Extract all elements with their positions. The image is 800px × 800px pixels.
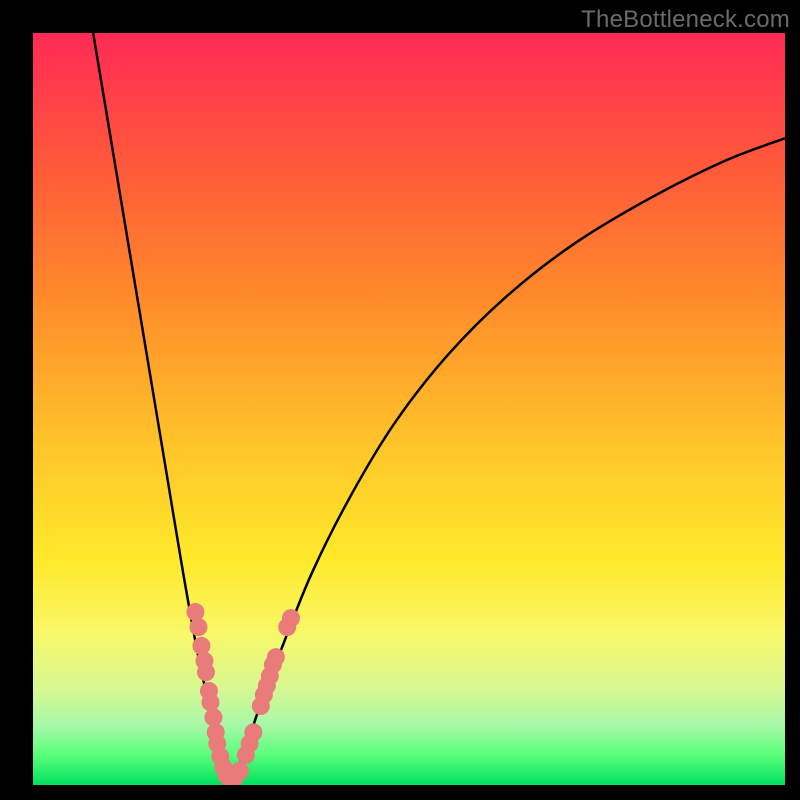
watermark-text: TheBottleneck.com	[581, 6, 790, 34]
scatter-dot	[201, 693, 219, 711]
chart-frame: TheBottleneck.com	[0, 0, 800, 800]
scatter-dot	[186, 603, 204, 621]
right-curve	[229, 138, 785, 785]
plot-area	[33, 33, 785, 785]
scatter-dot	[204, 708, 222, 726]
scatter-dot	[192, 637, 210, 655]
scatter-dots	[186, 603, 300, 785]
scatter-dot	[231, 762, 249, 780]
scatter-dot	[244, 723, 262, 741]
scatter-dot	[282, 609, 300, 627]
scatter-dot	[189, 618, 207, 636]
chart-svg	[33, 33, 785, 785]
scatter-dot	[267, 648, 285, 666]
scatter-dot	[197, 663, 215, 681]
